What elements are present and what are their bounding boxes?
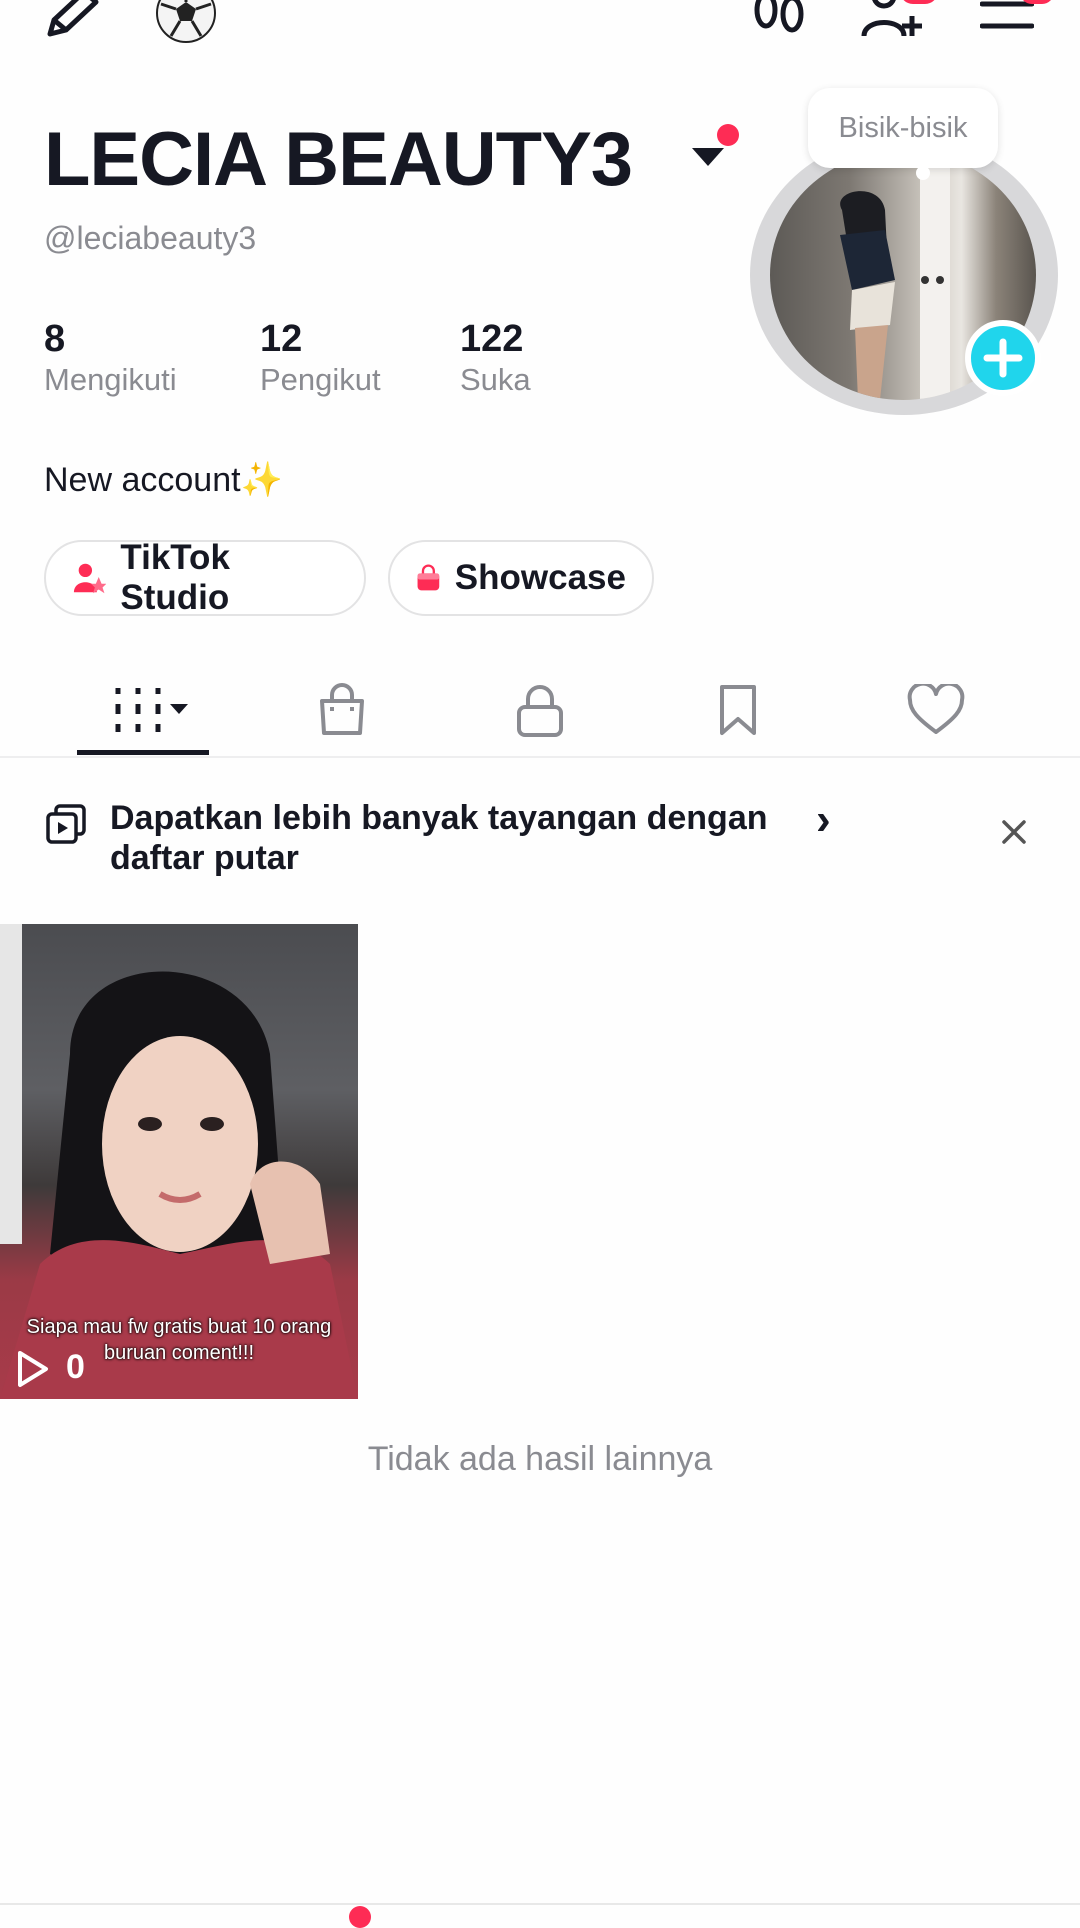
account-switch-dot — [717, 124, 739, 146]
showcase-label: Showcase — [454, 558, 626, 597]
tab-videos[interactable] — [78, 670, 208, 750]
followers-label: Pengikut — [260, 362, 381, 397]
username: @leciabeauty3 — [44, 220, 257, 256]
bookmark-icon — [720, 685, 756, 735]
plus-icon — [983, 338, 1023, 378]
play-icon — [18, 1351, 48, 1387]
tab-private[interactable] — [475, 670, 605, 750]
playlist-icon — [46, 804, 86, 844]
chevron-down-icon — [170, 704, 188, 714]
grid-icon — [115, 688, 188, 732]
end-of-results-text: Tidak ada hasil lainnya — [367, 1440, 713, 1478]
video-view-count: 0 — [66, 1348, 85, 1386]
bottom-nav-divider — [0, 1903, 1080, 1905]
likes-label: Suka — [460, 362, 531, 397]
followers-count: 12 — [260, 318, 303, 360]
promo-arrow-icon[interactable]: › — [816, 795, 831, 845]
following-label: Mengikuti — [44, 362, 177, 397]
tab-divider — [0, 756, 1080, 758]
studio-icon — [73, 563, 107, 594]
footprints-icon[interactable] — [752, 0, 808, 47]
bubble-pointer — [916, 166, 930, 180]
tiktok-studio-button[interactable]: TikTok Studio — [44, 538, 366, 617]
lock-icon — [517, 685, 563, 737]
add-story-button[interactable] — [965, 320, 1041, 396]
tab-shop[interactable] — [277, 670, 407, 750]
video-caption: Siapa mau fw gratis buat 10 orang buruan… — [26, 1316, 332, 1364]
heart-icon — [907, 684, 965, 734]
tab-saved[interactable] — [673, 670, 803, 750]
whisper-bubble[interactable]: Bisik-bisik — [808, 88, 998, 168]
playlist-promo-text: Dapatkan lebih banyak tayangan dengan da… — [110, 799, 768, 877]
likes-count: 122 — [460, 318, 524, 360]
add-friend-icon[interactable] — [860, 0, 924, 45]
shopping-bag-icon — [320, 683, 364, 735]
edit-icon[interactable] — [44, 0, 104, 47]
active-tab-indicator — [77, 750, 209, 755]
likes-stat[interactable]: 122 Suka — [460, 318, 531, 400]
whisper-bubble-label: Bisik-bisik — [838, 111, 968, 144]
tab-liked[interactable] — [871, 670, 1001, 750]
soccer-ball-icon[interactable] — [155, 0, 217, 49]
bio[interactable]: New account✨ — [44, 460, 283, 500]
followers-stat[interactable]: 12 Pengikut — [260, 318, 381, 400]
following-stat[interactable]: 8 Mengikuti — [44, 318, 177, 400]
shopping-bag-icon — [417, 564, 440, 591]
playlist-promo[interactable]: Dapatkan lebih banyak tayangan dengan da… — [110, 798, 850, 878]
close-icon[interactable] — [1000, 818, 1028, 846]
tiktok-studio-label: TikTok Studio — [120, 538, 230, 617]
showcase-button[interactable]: Showcase — [388, 540, 654, 616]
following-count: 8 — [44, 318, 66, 360]
display-name[interactable]: LECIA BEAUTY3 — [44, 110, 633, 210]
menu-icon[interactable] — [979, 0, 1035, 37]
account-switch-chevron-icon[interactable] — [690, 144, 726, 168]
bottom-nav-badge — [349, 1906, 371, 1928]
